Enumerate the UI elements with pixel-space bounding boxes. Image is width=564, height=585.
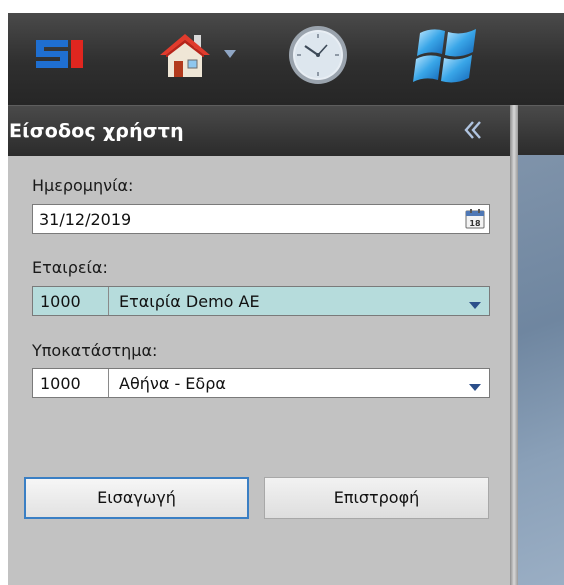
branch-code: 1000 — [40, 374, 81, 393]
back-button[interactable]: Επιστροφή — [264, 477, 489, 519]
chevron-down-icon[interactable] — [467, 296, 483, 309]
company-label: Εταιρεία: — [32, 258, 108, 277]
desktop-background — [518, 155, 564, 585]
home-icon[interactable] — [156, 31, 214, 79]
top-toolbar — [8, 13, 564, 105]
double-chevron-left-icon[interactable] — [460, 117, 486, 143]
company-code-cell: 1000 — [33, 287, 109, 315]
calendar-day: 18 — [469, 219, 481, 228]
clock-icon[interactable] — [287, 24, 349, 86]
content-header — [518, 105, 564, 156]
branch-label: Υποκατάστημα: — [32, 341, 158, 360]
company-name: Εταιρία Demo AE — [119, 292, 260, 311]
branch-name: Αθήνα - Εδρα — [119, 374, 226, 393]
date-label: Ημερομηνία: — [32, 176, 134, 195]
app-window: Είσοδος χρήστη Ημερομηνία: 31/12/2019 18 — [0, 0, 564, 585]
panel-title: Είσοδος χρήστη — [9, 120, 184, 142]
calendar-icon[interactable]: 18 — [464, 208, 486, 230]
import-button[interactable]: Εισαγωγή — [24, 477, 249, 519]
chevron-down-icon[interactable] — [467, 378, 483, 391]
company-code: 1000 — [40, 292, 81, 311]
panel-splitter[interactable] — [510, 105, 518, 585]
windows-logo-icon[interactable] — [412, 23, 482, 89]
login-panel-body: Ημερομηνία: 31/12/2019 18 Εταιρεία: 1000… — [8, 156, 510, 585]
branch-code-cell: 1000 — [33, 369, 109, 397]
branch-select[interactable]: 1000 Αθήνα - Εδρα — [32, 368, 490, 398]
si-logo-icon[interactable] — [32, 36, 86, 72]
company-select[interactable]: 1000 Εταιρία Demo AE — [32, 286, 490, 316]
login-panel-header: Είσοδος χρήστη — [8, 105, 510, 156]
chevron-down-icon[interactable] — [222, 45, 238, 58]
date-value: 31/12/2019 — [39, 210, 132, 229]
date-field[interactable]: 31/12/2019 18 — [32, 204, 490, 234]
